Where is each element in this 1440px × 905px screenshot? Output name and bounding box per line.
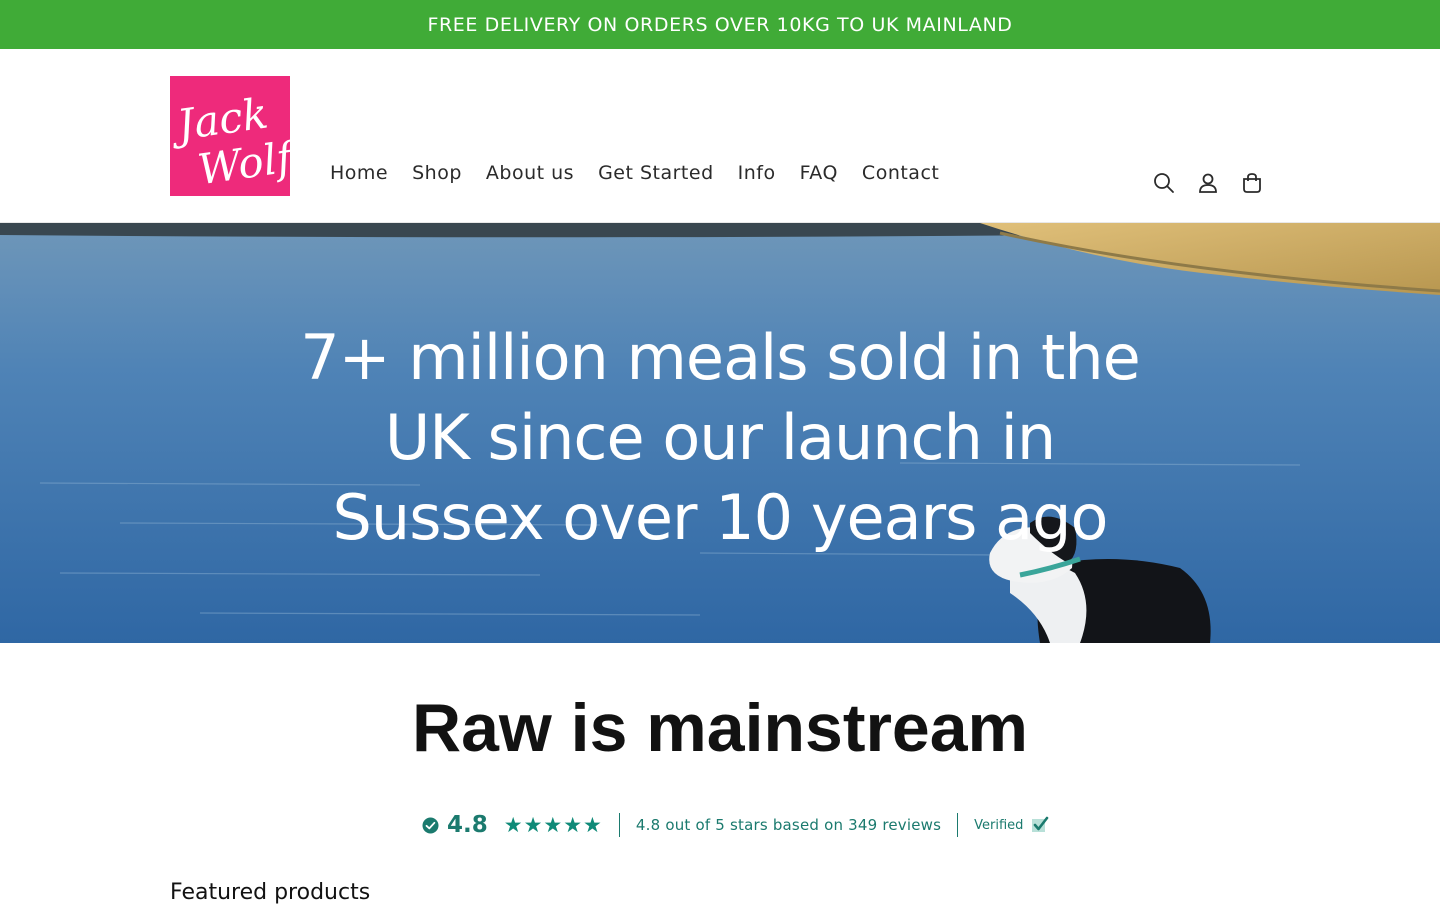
announcement-bar: FREE DELIVERY ON ORDERS OVER 10KG TO UK … [0, 0, 1440, 49]
rating-score: 4.8 [447, 812, 488, 838]
main-nav: Home Shop About us Get Started Info FAQ … [318, 161, 951, 185]
nav-about-us[interactable]: About us [474, 161, 586, 185]
verified-label: Verified [974, 817, 1024, 833]
header-actions [1152, 171, 1264, 195]
divider [957, 813, 959, 837]
nav-faq[interactable]: FAQ [788, 161, 850, 185]
account-icon[interactable] [1196, 171, 1220, 195]
nav-info[interactable]: Info [726, 161, 788, 185]
jack-wolf-logo-icon: Jack Wolf [170, 76, 290, 196]
logo[interactable]: Jack Wolf [170, 76, 290, 196]
nav-contact[interactable]: Contact [850, 161, 951, 185]
check-badge-icon [422, 817, 439, 833]
announcement-text: FREE DELIVERY ON ORDERS OVER 10KG TO UK … [427, 13, 1013, 36]
nav-home[interactable]: Home [318, 161, 400, 185]
nav-shop[interactable]: Shop [400, 161, 474, 185]
cart-icon[interactable] [1240, 171, 1264, 195]
divider [618, 813, 620, 837]
site-header: Jack Wolf Home Shop About us Get Started… [0, 49, 1440, 223]
section-heading: Raw is mainstream [411, 690, 1029, 766]
verified-check-icon [1032, 816, 1049, 832]
hero-headline: 7+ million meals sold in the UK since ou… [300, 321, 1141, 554]
star-rating-icon: ★★★★★ [503, 813, 603, 837]
nav-get-started[interactable]: Get Started [586, 161, 726, 185]
featured-products-title: Featured products [170, 880, 371, 905]
reviews-summary: 4.8 out of 5 stars based on 349 reviews [635, 816, 942, 834]
reviews-widget[interactable]: 4.8 ★★★★★ 4.8 out of 5 stars based on 34… [422, 810, 1049, 840]
search-icon[interactable] [1152, 171, 1176, 195]
hero-banner: 7+ million meals sold in the UK since ou… [0, 223, 1440, 643]
